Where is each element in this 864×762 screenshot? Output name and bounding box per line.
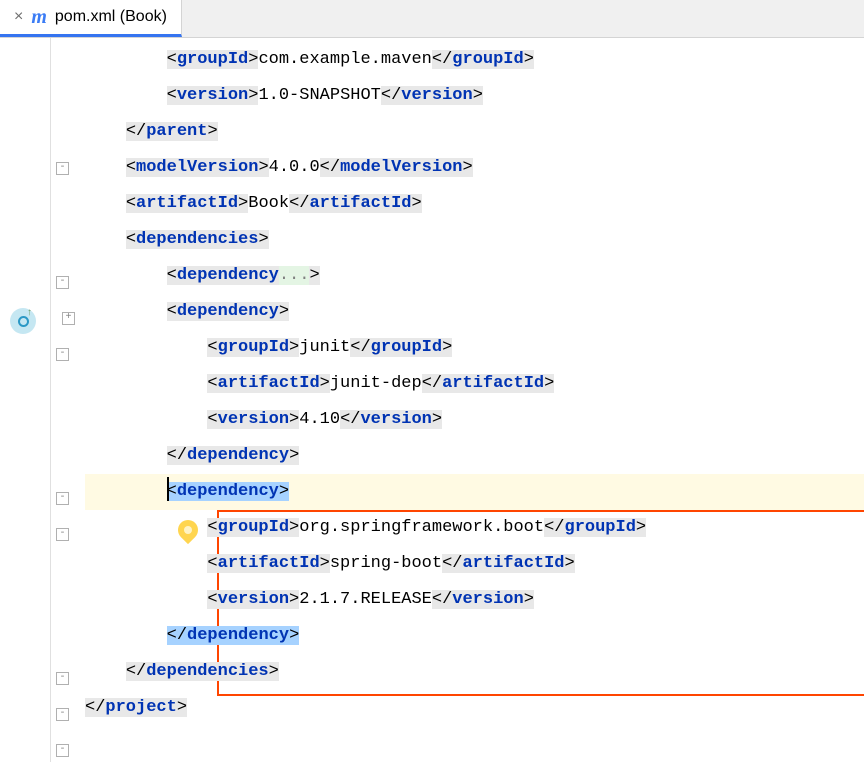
tab-title: pom.xml (Book)	[55, 8, 167, 26]
code-line[interactable]: <version>1.0-SNAPSHOT</version>	[85, 78, 864, 114]
fold-minus-icon[interactable]: -	[56, 528, 69, 541]
code-line[interactable]: <artifactId>spring-boot</artifactId>	[85, 546, 864, 582]
fold-up-icon[interactable]: -	[56, 708, 69, 721]
code-line[interactable]: <dependencies>	[85, 222, 864, 258]
fold-up-icon[interactable]: -	[56, 672, 69, 685]
code-line[interactable]: </dependency>	[85, 618, 864, 654]
fold-up-icon[interactable]: -	[56, 744, 69, 757]
code-line[interactable]: </project>	[85, 690, 864, 726]
fold-plus-icon[interactable]: +	[62, 312, 75, 325]
gutter: ↑ - - + - - - - - -	[0, 38, 85, 762]
code-line[interactable]: <version>2.1.7.RELEASE</version>	[85, 582, 864, 618]
fold-minus-icon[interactable]: -	[56, 276, 69, 289]
code-line[interactable]: <groupId>org.springframework.boot</group…	[85, 510, 864, 546]
code-line[interactable]: </parent>	[85, 114, 864, 150]
reload-icon[interactable]: ↑	[10, 308, 36, 334]
tab-bar: × m pom.xml (Book)	[0, 0, 864, 38]
maven-icon: m	[31, 6, 47, 29]
code-line[interactable]: <dependency>	[85, 474, 864, 510]
code-line[interactable]: <artifactId>Book</artifactId>	[85, 186, 864, 222]
fold-up-icon[interactable]: -	[56, 492, 69, 505]
code-line[interactable]: <dependency>	[85, 294, 864, 330]
code-line[interactable]: </dependencies>	[85, 654, 864, 690]
fold-minus-icon[interactable]: -	[56, 348, 69, 361]
code-line[interactable]: <groupId>junit</groupId>	[85, 330, 864, 366]
fold-up-icon[interactable]: -	[56, 162, 69, 175]
code-line[interactable]: <groupId>com.example.maven</groupId>	[85, 42, 864, 78]
code-line[interactable]: <modelVersion>4.0.0</modelVersion>	[85, 150, 864, 186]
code-line[interactable]: <version>4.10</version>	[85, 402, 864, 438]
file-tab[interactable]: × m pom.xml (Book)	[0, 0, 182, 37]
code-line[interactable]: <dependency...>	[85, 258, 864, 294]
code-line[interactable]: </dependency>	[85, 438, 864, 474]
code-line[interactable]: <artifactId>junit-dep</artifactId>	[85, 366, 864, 402]
close-icon[interactable]: ×	[14, 8, 23, 26]
editor[interactable]: ↑ - - + - - - - - - <groupId>com.example…	[0, 38, 864, 762]
code-area[interactable]: <groupId>com.example.maven</groupId> <ve…	[85, 38, 864, 762]
